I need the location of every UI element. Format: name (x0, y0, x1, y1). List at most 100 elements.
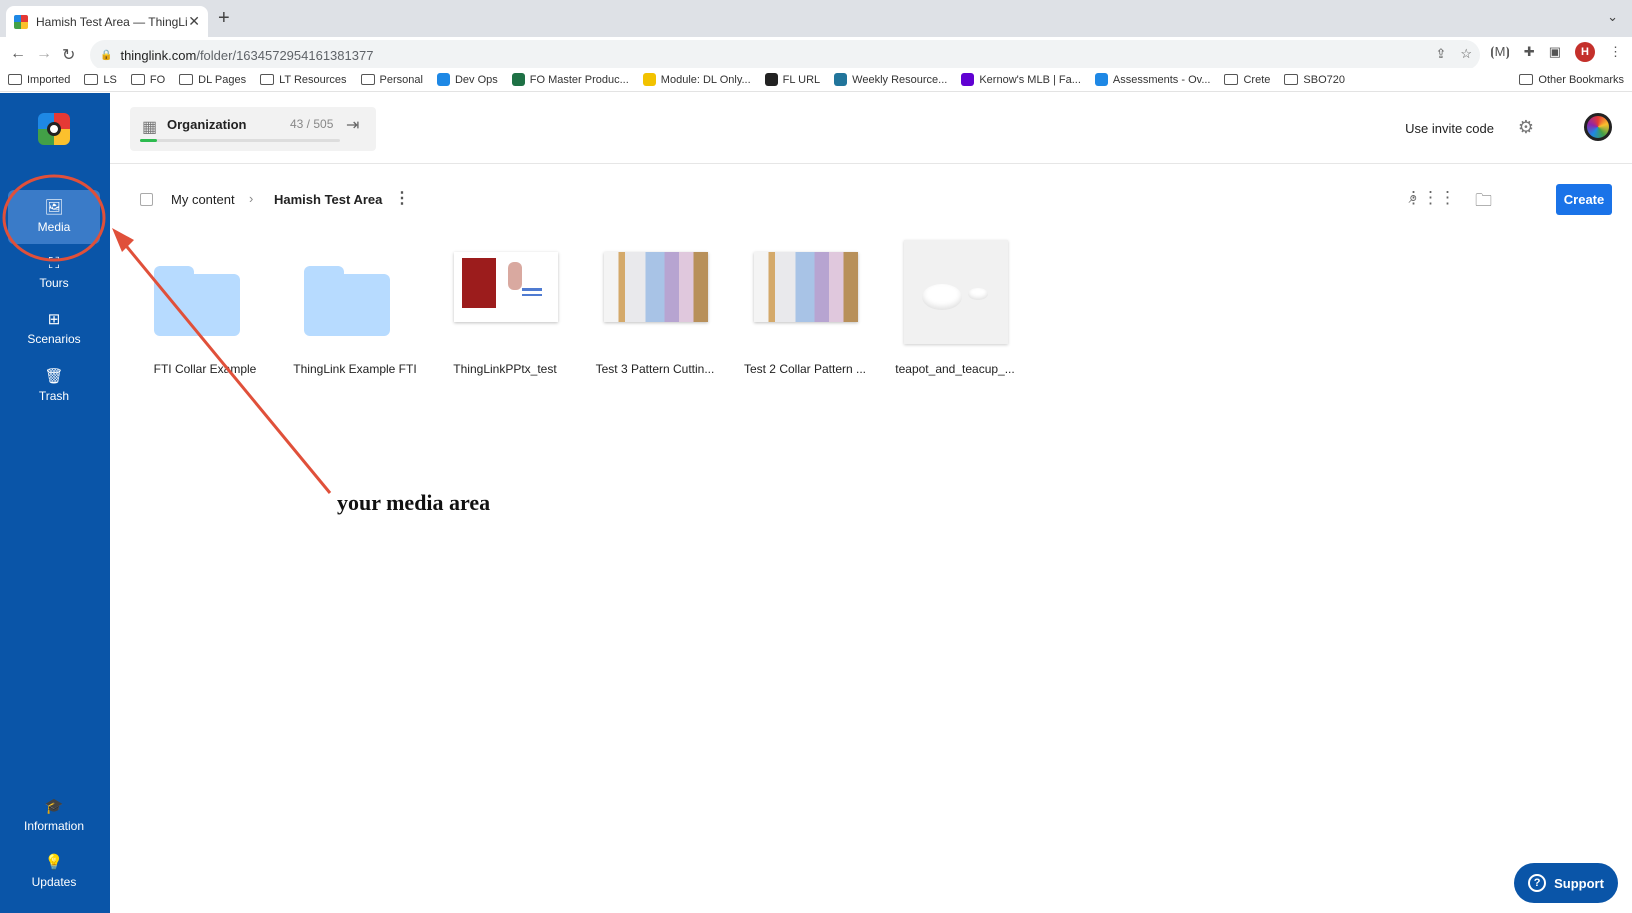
sidebar-item-trash[interactable]: 🗑 Trash (8, 359, 100, 413)
bookmark-star-icon[interactable]: ☆ (1460, 46, 1472, 62)
side-panel-icon[interactable]: ▣ (1549, 44, 1561, 60)
bookmark-item[interactable]: Dev Ops (436, 73, 498, 86)
building-icon: ▦ (142, 119, 158, 136)
media-grid: FTI Collar Example ThingLink Example FTI… (140, 240, 1040, 396)
other-bookmarks-label: Other Bookmarks (1538, 73, 1624, 86)
item-label: ThingLink Example FTI (293, 362, 417, 376)
bookmark-label: LT Resources (279, 73, 347, 86)
url-domain: thinglink.com (120, 47, 197, 63)
sidebar-item-scenarios[interactable]: ⊞ Scenarios (8, 302, 100, 356)
browser-menu-icon[interactable]: ⋮ (1609, 44, 1622, 60)
item-label: Test 2 Collar Pattern ... (743, 362, 867, 376)
bookmark-label: Personal (379, 73, 423, 86)
f-icon (764, 73, 778, 86)
bookmark-label: LS (103, 73, 117, 86)
org-usage-fill (140, 139, 157, 142)
org-usage-count: 43 / 505 (290, 117, 334, 131)
select-all-checkbox[interactable] (140, 193, 153, 206)
bookmark-item[interactable]: LT Resources (260, 73, 347, 86)
bookmark-label: Weekly Resource... (852, 73, 948, 86)
bookmark-item[interactable]: Assessments - Ov... (1094, 73, 1210, 86)
new-folder-icon[interactable]: 🗀 (1475, 188, 1492, 217)
sidebar-item-label: Information (23, 819, 85, 833)
back-icon[interactable]: ← (10, 45, 26, 63)
bookmark-label: SBO720 (1303, 73, 1345, 86)
bookmark-label: DL Pages (198, 73, 247, 86)
bookmark-item[interactable]: Kernow's MLB | Fa... (961, 73, 1081, 86)
bookmark-item[interactable]: FO (130, 74, 165, 86)
bookmark-label: FO Master Produc... (529, 73, 629, 86)
app-header: ▦ Organization 43 / 505 ⇥ Use invite cod… (110, 93, 1632, 164)
bookmark-item[interactable]: Personal (360, 73, 423, 86)
puzzle-icon[interactable]: ✚ (1524, 44, 1535, 60)
extension-m-icon[interactable]: ⦗M⦘ (1490, 44, 1510, 60)
folder-icon (1519, 74, 1534, 85)
bookmark-label: Kernow's MLB | Fa... (979, 73, 1081, 86)
sidebar-item-information[interactable]: 🎓 Information (8, 789, 100, 843)
item-label: teapot_and_teacup_... (895, 362, 1015, 376)
reload-icon[interactable]: ↻ (62, 45, 75, 65)
browser-tab[interactable]: Hamish Test Area — ThingLink ✕ (6, 6, 208, 37)
teapot-render (904, 240, 1008, 344)
organization-switcher[interactable]: ▦ Organization 43 / 505 ⇥ (130, 107, 376, 151)
switch-org-icon[interactable]: ⇥ (346, 115, 359, 135)
folder-icon (179, 74, 194, 85)
create-button[interactable]: Create (1556, 184, 1612, 215)
thinglink-logo[interactable] (38, 113, 70, 145)
url-path: /folder/1634572954161381377 (196, 47, 374, 63)
bookmark-item[interactable]: DL Pages (179, 74, 246, 86)
support-button[interactable]: ? Support (1514, 863, 1618, 903)
bookmark-label: Imported (27, 73, 71, 86)
bookmarks-bar: Imported LS FO DL Pages LT Resources Personal… (0, 68, 1632, 92)
bookmark-item[interactable]: FO Master Produc... (511, 73, 629, 86)
thinglink-favicon-icon (14, 14, 28, 29)
folder-thumbnail (154, 246, 258, 350)
user-avatar[interactable] (1584, 113, 1612, 141)
item-label: FTI Collar Example (153, 362, 257, 376)
grid-view-icon[interactable]: ⋮⋮⋮ (1405, 188, 1456, 208)
breadcrumb-my-content[interactable]: My content (171, 192, 235, 207)
sidebar-item-updates[interactable]: 💡 Updates (8, 845, 100, 899)
bookmark-item[interactable]: Crete (1224, 74, 1270, 86)
presentation-slide-preview (454, 252, 558, 322)
close-tab-icon[interactable]: ✕ (188, 13, 200, 30)
bookmark-item[interactable]: LS (84, 73, 117, 86)
annotation-text: your media area (337, 490, 491, 515)
new-tab-icon[interactable]: + (218, 7, 230, 30)
shirts-photo (754, 252, 858, 322)
share-icon[interactable]: ⇪ (1435, 46, 1446, 62)
use-invite-code-link[interactable]: Use invite code (1405, 121, 1494, 136)
tours-icon: ⛶ (48, 255, 60, 272)
folder-thumbnail (304, 246, 408, 350)
url-field[interactable]: 🔒 thinglink.com/folder/16345729541613813… (90, 40, 1480, 70)
bookmark-item[interactable]: FL URL (764, 73, 820, 86)
model-thumbnail (904, 240, 1008, 350)
forward-icon[interactable]: → (36, 45, 52, 63)
bookmark-item[interactable]: Weekly Resource... (834, 73, 947, 86)
item-label: Test 3 Pattern Cuttin... (595, 362, 715, 376)
sidebar-item-label: Media (37, 220, 71, 234)
breadcrumb-chevron-icon: › (249, 191, 254, 206)
help-icon: ? (1528, 874, 1547, 892)
folder-icon (84, 74, 99, 85)
folder-icon (360, 74, 375, 85)
folder-icon (130, 74, 145, 85)
bookmark-item[interactable]: SBO720 (1284, 74, 1345, 86)
bookmark-item[interactable]: Imported (8, 74, 70, 86)
folder-icon (1284, 74, 1299, 85)
org-name: Organization (167, 117, 247, 132)
gear-icon[interactable]: ⚙ (1518, 117, 1534, 138)
tab-search-chevron-icon[interactable]: ⌄ (1607, 9, 1618, 25)
other-bookmarks[interactable]: Other Bookmarks (1519, 74, 1624, 86)
shirts-photo (604, 252, 708, 322)
devops-icon (1094, 73, 1108, 86)
sidebar-item-media[interactable]: 🖼 Media (8, 190, 100, 244)
sidebar-item-label: Updates (31, 875, 77, 889)
excel-icon (511, 73, 525, 86)
folder-options-icon[interactable]: ⋮ (394, 188, 410, 208)
devops-icon (436, 73, 450, 86)
profile-avatar[interactable]: H (1575, 42, 1595, 62)
sidebar-item-tours[interactable]: ⛶ Tours (8, 246, 100, 300)
image-thumbnail (604, 246, 708, 350)
bookmark-item[interactable]: Module: DL Only... (642, 73, 751, 86)
